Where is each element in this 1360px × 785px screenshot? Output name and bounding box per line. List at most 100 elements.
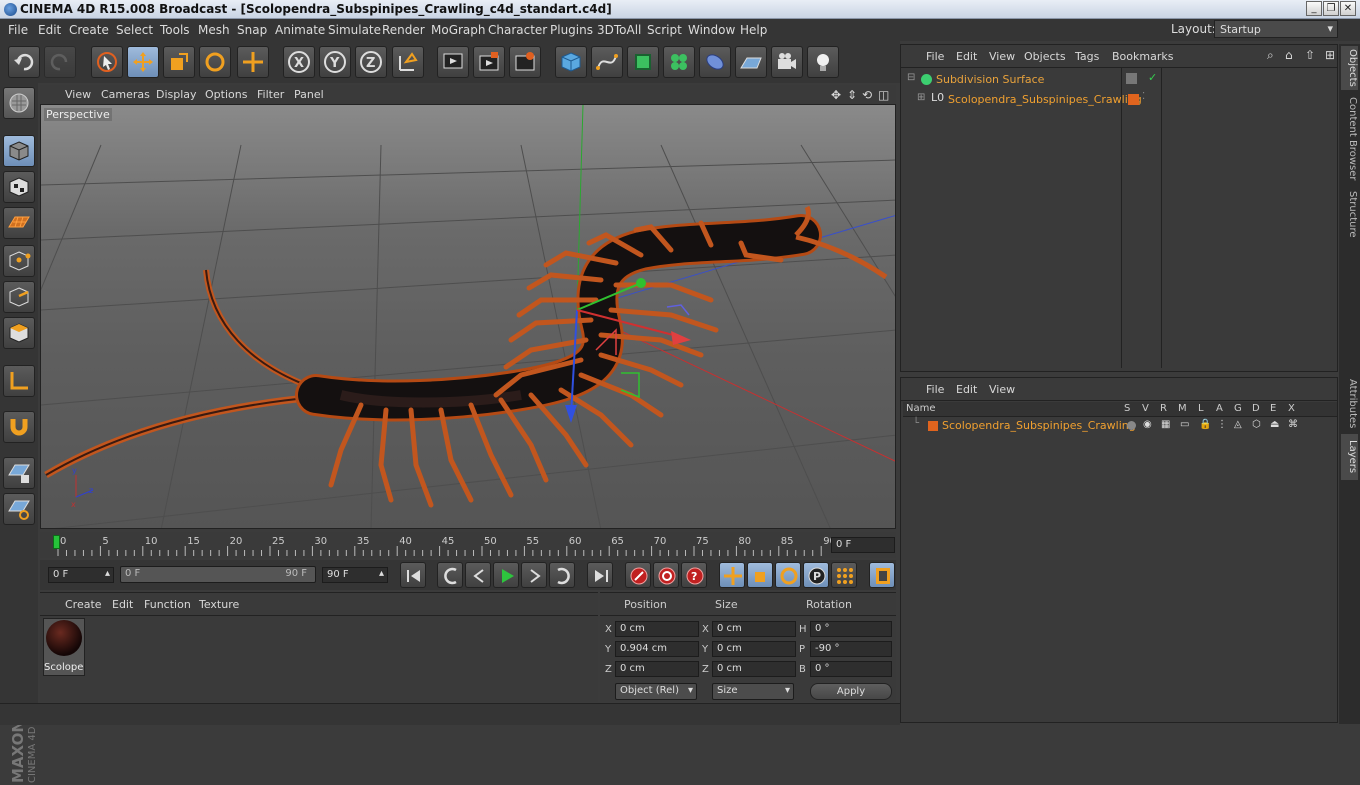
scale-tool-button[interactable] (163, 46, 195, 78)
camera-button[interactable] (771, 46, 803, 78)
object-row-subdivision-surface[interactable]: ⊟ Subdivision Surface ✓ (904, 71, 1334, 89)
autokeying-button[interactable] (653, 562, 679, 588)
rotation-p-field[interactable]: -90 ° (810, 641, 892, 657)
workplane-lock-button[interactable] (3, 457, 35, 489)
position-y-field[interactable]: 0.904 cm (615, 641, 699, 657)
key-parameter-button[interactable]: P (803, 562, 829, 588)
navigate-icon[interactable]: ⇧ (1305, 48, 1315, 62)
timeline-ruler[interactable]: 0 5 10 15 20 25 30 35 40 45 50 55 60 65 70 75 80 85 90 0 F (40, 532, 896, 558)
quantize-button[interactable] (3, 493, 35, 525)
layout-select[interactable]: Startup ▾ (1214, 20, 1338, 38)
start-frame-field[interactable]: 0 F ▴ (48, 567, 114, 583)
polygons-mode-button[interactable] (3, 317, 35, 349)
snapping-button[interactable] (3, 411, 35, 443)
viewport-maximize-icon[interactable]: ◫ (878, 88, 889, 102)
solo-toggle-icon[interactable] (1127, 421, 1136, 430)
keyframe-selection-button[interactable]: ? (681, 562, 707, 588)
menu-character[interactable]: Character (488, 23, 547, 37)
next-frame-button[interactable] (521, 562, 547, 588)
rotation-b-field[interactable]: 0 ° (810, 661, 892, 677)
tab-structure[interactable]: Structure (1341, 188, 1358, 240)
floor-button[interactable] (735, 46, 767, 78)
layer-color-swatch[interactable] (928, 421, 938, 431)
menu-tools[interactable]: Tools (160, 23, 190, 37)
maximize-button[interactable]: ❐ (1323, 1, 1339, 16)
record-keys-button[interactable] (625, 562, 651, 588)
visibility-dots-icon[interactable]: ⁚ (1142, 91, 1145, 102)
render-clapper-icon[interactable]: ▦ (1161, 419, 1170, 430)
layer-menu-edit[interactable]: Edit (956, 383, 977, 396)
minimize-button[interactable]: _ (1306, 1, 1322, 16)
tree-collapse-icon[interactable]: ⊟ (907, 72, 915, 83)
cloner-button[interactable] (663, 46, 695, 78)
material-menu-function[interactable]: Function (144, 598, 191, 611)
tab-layers[interactable]: Layers (1341, 434, 1358, 480)
menu-file[interactable]: File (8, 23, 28, 37)
deformer-button[interactable] (699, 46, 731, 78)
menu-edit[interactable]: Edit (38, 23, 61, 37)
object-menu-tags[interactable]: Tags (1075, 50, 1099, 63)
make-editable-button[interactable] (3, 87, 35, 119)
viewport-zoom-icon[interactable]: ⇕ (847, 88, 857, 102)
layer-name[interactable]: Scolopendra_Subspinipes_Crawling (942, 419, 1136, 432)
material-menu-create[interactable]: Create (65, 598, 102, 611)
workplane-mode-button[interactable] (3, 207, 35, 239)
material-menu-edit[interactable]: Edit (112, 598, 133, 611)
home-icon[interactable]: ⌂ (1285, 48, 1293, 62)
menu-plugins[interactable]: Plugins (550, 23, 593, 37)
key-rotation-button[interactable] (775, 562, 801, 588)
menu-create[interactable]: Create (69, 23, 109, 37)
animation-icon[interactable]: ⋮ (1217, 419, 1227, 430)
z-axis-lock-button[interactable]: Z (355, 46, 387, 78)
edges-mode-button[interactable] (3, 281, 35, 313)
object-menu-bookmarks[interactable]: Bookmarks (1112, 50, 1173, 63)
current-frame-field[interactable]: 0 F (831, 537, 895, 553)
viewport-menu-filter[interactable]: Filter (257, 88, 284, 101)
move-tool-button[interactable] (127, 46, 159, 78)
tree-expand-icon[interactable]: ⊞ (917, 92, 925, 103)
size-y-field[interactable]: 0 cm (712, 641, 796, 657)
viewport-move-icon[interactable]: ✥ (831, 88, 841, 102)
live-selection-button[interactable] (91, 46, 123, 78)
object-menu-view[interactable]: View (989, 50, 1015, 63)
coordinate-mode-select[interactable]: Object (Rel) ▾ (615, 683, 697, 700)
points-mode-button[interactable] (3, 245, 35, 277)
menu-simulate[interactable]: Simulate (328, 23, 381, 37)
subdivision-surface-button[interactable] (627, 46, 659, 78)
transform-tool-button[interactable] (237, 46, 269, 78)
viewport-menu-cameras[interactable]: Cameras (101, 88, 150, 101)
centipede-model[interactable] (44, 205, 888, 508)
menu-window[interactable]: Window (688, 23, 735, 37)
rotation-h-field[interactable]: 0 ° (810, 621, 892, 637)
layer-menu-file[interactable]: File (926, 383, 944, 396)
tab-attributes[interactable]: Attributes (1341, 378, 1358, 430)
redo-button[interactable] (44, 46, 76, 78)
previous-key-button[interactable] (437, 562, 463, 588)
material-menu-texture[interactable]: Texture (199, 598, 239, 611)
timeline-window-button[interactable] (869, 562, 895, 588)
spline-pen-button[interactable] (591, 46, 623, 78)
go-to-start-button[interactable] (400, 562, 426, 588)
lock-icon[interactable]: 🔒 (1199, 419, 1211, 430)
viewport-menu-display[interactable]: Display (156, 88, 197, 101)
undo-button[interactable] (8, 46, 40, 78)
menu-select[interactable]: Select (116, 23, 153, 37)
manager-icon[interactable]: ▭ (1180, 419, 1189, 430)
expressions-icon[interactable]: ⏏ (1270, 419, 1279, 430)
coordinate-system-button[interactable] (392, 46, 424, 78)
play-forward-button[interactable] (493, 562, 519, 588)
viewport-menu-options[interactable]: Options (205, 88, 247, 101)
y-axis-lock-button[interactable]: Y (319, 46, 351, 78)
previous-frame-button[interactable] (465, 562, 491, 588)
enabled-check-icon[interactable]: ✓ (1148, 71, 1157, 84)
menu-snap[interactable]: Snap (237, 23, 267, 37)
menu-mesh[interactable]: Mesh (198, 23, 230, 37)
model-mode-button[interactable] (3, 135, 35, 167)
layer-row[interactable]: └ Scolopendra_Subspinipes_Crawling ◉ ▦ ▭… (903, 418, 1337, 434)
search-icon[interactable]: ⌕ (1267, 48, 1274, 63)
size-z-field[interactable]: 0 cm (712, 661, 796, 677)
new-panel-icon[interactable]: ⊞ (1325, 48, 1335, 62)
size-x-field[interactable]: 0 cm (712, 621, 796, 637)
render-picture-viewer-button[interactable] (473, 46, 505, 78)
object-tag-icon[interactable] (1126, 73, 1137, 84)
